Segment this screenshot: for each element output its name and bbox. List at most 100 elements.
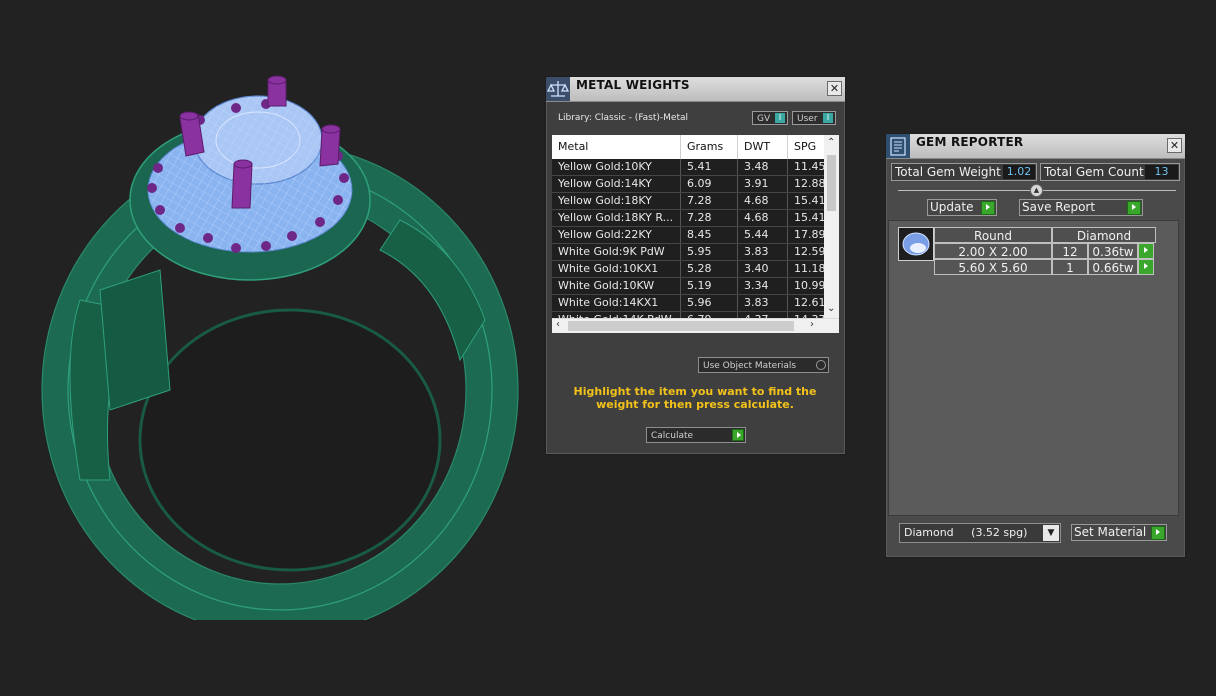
chevron-down-icon[interactable]: ▼ <box>1043 525 1059 541</box>
play-icon <box>1127 201 1141 215</box>
scroll-right-icon[interactable]: › <box>810 319 814 330</box>
material-header: Diamond <box>1052 227 1156 243</box>
play-icon <box>981 201 995 215</box>
table-row[interactable]: White Gold:9K PdW 5.95 3.83 12.59 <box>552 244 824 261</box>
use-object-materials-label: Use Object Materials <box>703 361 797 371</box>
library-label: Library: Classic - (Fast)-Metal <box>558 113 689 123</box>
toggle-knob-icon: I <box>775 113 785 123</box>
scroll-thumb[interactable] <box>827 155 836 211</box>
toggle-knob-icon: I <box>823 113 833 123</box>
gem-report-area: Round Diamond 2.00 X 2.00 12 0.36tw 5.60… <box>888 220 1179 516</box>
col-grams[interactable]: Grams <box>681 135 738 159</box>
spg-cell: 12.61 <box>794 296 824 309</box>
dwt-cell: 3.48 <box>738 159 788 175</box>
metal-table-header: Metal Grams DWT SPG <box>552 135 824 159</box>
grams-cell: 5.41 <box>681 159 738 175</box>
radio-icon <box>816 360 826 370</box>
use-object-materials-toggle[interactable]: Use Object Materials <box>698 357 829 373</box>
col-spg[interactable]: SPG <box>788 135 828 159</box>
vertical-scrollbar[interactable]: ⌃ ⌄ <box>824 135 839 319</box>
update-button[interactable]: Update <box>927 199 997 216</box>
close-icon[interactable]: ✕ <box>827 81 842 96</box>
gem-reporter-panel: GEM REPORTER ✕ Total Gem Weight 1.02 Tot… <box>885 133 1186 558</box>
save-report-label: Save Report <box>1022 200 1096 214</box>
user-toggle[interactable]: User I <box>792 111 836 125</box>
report-icon <box>886 134 910 158</box>
scroll-down-icon[interactable]: ⌄ <box>827 303 835 314</box>
metal-cell: Yellow Gold:22KY <box>552 227 681 243</box>
metal-table[interactable]: Metal Grams DWT SPG Yellow Gold:10KY 5.41… <box>552 135 839 333</box>
material-select[interactable]: Diamond (3.52 spg) ▼ <box>899 523 1061 543</box>
spg-cell: 12.88 <box>794 177 824 190</box>
table-row[interactable]: Yellow Gold:14KY 6.09 3.91 12.88 <box>552 176 824 193</box>
calculate-label: Calculate <box>651 431 694 441</box>
save-report-button[interactable]: Save Report <box>1019 199 1143 216</box>
gem-count-cell: 1 <box>1052 259 1088 275</box>
ring-3d-viewport[interactable] <box>40 60 520 620</box>
play-icon <box>1151 526 1165 540</box>
dwt-cell: 5.44 <box>738 227 788 243</box>
col-dwt[interactable]: DWT <box>738 135 788 159</box>
select-gem-button[interactable] <box>1138 243 1154 259</box>
gem-weight-cell: 0.66tw <box>1088 259 1138 275</box>
total-gem-count-label: Total Gem Count <box>1044 165 1144 179</box>
metal-cell: Yellow Gold:18KY <box>552 193 681 209</box>
material-select-value: Diamond (3.52 spg) <box>904 526 1028 539</box>
grams-cell: 7.28 <box>681 193 738 209</box>
table-row[interactable]: White Gold:10KX1 5.28 3.40 11.18 <box>552 261 824 278</box>
grams-cell: 5.95 <box>681 244 738 260</box>
metal-cell: White Gold:10KX1 <box>552 261 681 277</box>
grams-cell: 6.09 <box>681 176 738 192</box>
table-row[interactable]: White Gold:10KW 5.19 3.34 10.99 <box>552 278 824 295</box>
grams-cell: 7.28 <box>681 210 738 226</box>
spg-cell: 15.41 <box>794 194 824 207</box>
play-icon <box>732 429 744 441</box>
gem-size-cell: 2.00 X 2.00 <box>934 243 1052 259</box>
table-row[interactable]: Yellow Gold:10KY 5.41 3.48 11.45 <box>552 159 824 176</box>
select-gem-button[interactable] <box>1138 259 1154 275</box>
table-row[interactable]: White Gold:14KX1 5.96 3.83 12.61 <box>552 295 824 312</box>
user-toggle-label: User <box>797 114 818 124</box>
close-icon[interactable]: ✕ <box>1167 138 1182 153</box>
set-material-button[interactable]: Set Material <box>1071 524 1167 541</box>
metal-cell: White Gold:14KX1 <box>552 295 681 311</box>
col-metal[interactable]: Metal <box>552 135 681 159</box>
table-row[interactable]: Yellow Gold:22KY 8.45 5.44 17.89 <box>552 227 824 244</box>
metal-weights-titlebar[interactable]: METAL WEIGHTS ✕ <box>546 77 845 102</box>
gv-toggle[interactable]: GV I <box>752 111 788 125</box>
calculate-button[interactable]: Calculate <box>646 427 746 443</box>
total-gem-count-value: 13 <box>1145 165 1178 179</box>
scroll-left-icon[interactable]: ‹ <box>556 319 560 330</box>
dwt-cell: 4.68 <box>738 210 788 226</box>
total-gem-weight-label: Total Gem Weight <box>895 165 1001 179</box>
metal-cell: White Gold:10KW <box>552 278 681 294</box>
table-row[interactable]: Yellow Gold:18KY R... 7.28 4.68 15.41 <box>552 210 824 227</box>
dwt-cell: 3.91 <box>738 176 788 192</box>
play-icon <box>1140 245 1152 257</box>
dwt-cell: 3.34 <box>738 278 788 294</box>
gem-size-cell: 5.60 X 5.60 <box>934 259 1052 275</box>
spg-cell: 17.89 <box>794 228 824 241</box>
shape-header: Round <box>934 227 1052 243</box>
metal-cell: Yellow Gold:10KY <box>552 159 681 175</box>
horizontal-scrollbar[interactable]: ‹ › <box>552 318 839 333</box>
spg-cell: 10.99 <box>794 279 824 292</box>
round-diamond-icon[interactable] <box>898 227 934 261</box>
calculate-hint: Highlight the item you want to find the … <box>573 385 817 411</box>
play-icon <box>1140 261 1152 273</box>
metal-cell: Yellow Gold:14KY <box>552 176 681 192</box>
table-row[interactable]: Yellow Gold:18KY 7.28 4.68 15.41 <box>552 193 824 210</box>
gem-reporter-titlebar[interactable]: GEM REPORTER ✕ <box>886 134 1185 159</box>
collapse-icon[interactable]: ▲ <box>1030 184 1043 197</box>
scroll-up-icon[interactable]: ⌃ <box>827 137 835 148</box>
spg-cell: 12.59 <box>794 245 824 258</box>
grams-cell: 8.45 <box>681 227 738 243</box>
total-gem-weight-value: 1.02 <box>1003 165 1035 179</box>
gem-weight-cell: 0.36tw <box>1088 243 1138 259</box>
dwt-cell: 3.83 <box>738 244 788 260</box>
dwt-cell: 3.40 <box>738 261 788 277</box>
update-label: Update <box>930 200 974 214</box>
metal-table-body: Yellow Gold:10KY 5.41 3.48 11.45 Yellow Gold… <box>552 159 824 333</box>
gem-reporter-title: GEM REPORTER <box>916 135 1024 149</box>
hscroll-thumb[interactable] <box>568 321 794 331</box>
